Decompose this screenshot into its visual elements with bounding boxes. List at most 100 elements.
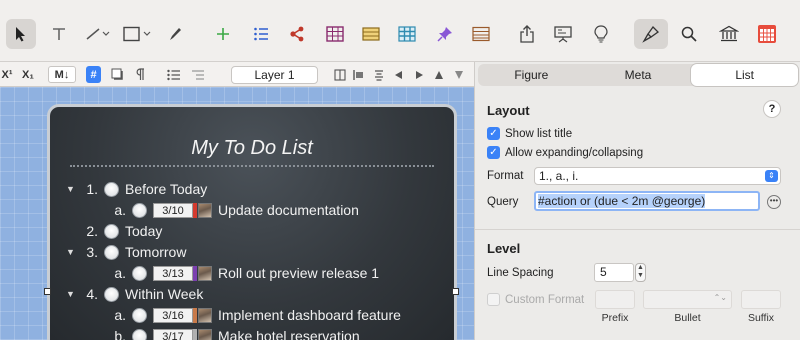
pin-button[interactable] <box>430 19 460 49</box>
task-text[interactable]: Roll out preview release 1 <box>218 265 379 281</box>
add-plus-icon <box>217 28 229 40</box>
disclosure-triangle-icon[interactable]: ▼ <box>66 184 76 194</box>
shape-tool-button[interactable] <box>120 19 154 49</box>
status-radio-icon[interactable] <box>104 181 119 197</box>
list-number: a. <box>114 202 126 218</box>
avatar <box>198 328 212 340</box>
resize-handle-left[interactable] <box>44 288 51 295</box>
task-text[interactable]: Make hotel reservation <box>218 328 360 340</box>
line-spacing-input[interactable]: 5 <box>594 263 634 282</box>
title-divider <box>70 165 434 167</box>
bullet-select[interactable]: ⌃⌄ <box>643 290 732 309</box>
disclosure-triangle-icon[interactable]: ▼ <box>66 247 76 257</box>
list-item[interactable]: a. 3/16 Implement dashboard feature <box>94 305 401 325</box>
share-graph-button[interactable] <box>282 19 312 49</box>
move-up-button[interactable] <box>432 66 446 83</box>
status-radio-icon[interactable] <box>132 202 147 218</box>
task-text[interactable]: Before Today <box>125 181 207 197</box>
indent-list-button[interactable] <box>190 66 206 83</box>
pen-tool-button[interactable] <box>160 19 190 49</box>
list-item[interactable]: a. 3/10 Update documentation <box>94 200 359 220</box>
format-label: Format <box>487 170 524 182</box>
format-select[interactable]: 1., a., i. ⇕ <box>534 167 781 185</box>
shadow-box-icon <box>111 68 123 80</box>
task-text[interactable]: Within Week <box>125 286 203 302</box>
allow-expanding-checkbox[interactable]: ✓ Allow expanding/collapsing <box>487 146 643 159</box>
calendar-button[interactable] <box>752 19 782 49</box>
hashtag-button[interactable]: # <box>86 66 101 83</box>
list-item[interactable]: b. 3/17 Make hotel reservation <box>94 326 360 340</box>
list-item[interactable]: ▼ 3. Tomorrow <box>66 242 186 262</box>
tab-meta[interactable]: Meta <box>585 64 692 86</box>
status-radio-icon[interactable] <box>132 328 147 340</box>
search-button[interactable] <box>674 19 704 49</box>
shadow-style-button[interactable] <box>109 66 126 83</box>
status-radio-icon[interactable] <box>132 265 147 281</box>
add-button[interactable] <box>208 19 238 49</box>
grid-table-button[interactable] <box>392 19 422 49</box>
tab-figure[interactable]: Figure <box>478 64 585 86</box>
task-text[interactable]: Today <box>125 223 162 239</box>
status-radio-icon[interactable] <box>132 307 147 323</box>
triangle-down-icon <box>455 70 463 79</box>
table-button[interactable] <box>320 19 350 49</box>
line-tool-button[interactable] <box>82 19 112 49</box>
list-button[interactable] <box>246 19 276 49</box>
inspector-brush-icon <box>642 25 660 43</box>
presentation-button[interactable] <box>548 19 578 49</box>
text-tool-button[interactable] <box>44 19 74 49</box>
status-radio-icon[interactable] <box>104 244 119 260</box>
custom-format-checkbox[interactable]: Custom Format <box>487 293 584 306</box>
card-icon <box>362 27 380 41</box>
list-icon <box>254 27 268 41</box>
move-right-button[interactable] <box>412 66 426 83</box>
card-button[interactable] <box>356 19 386 49</box>
share-graph-icon <box>290 26 304 42</box>
line-spacing-label: Line Spacing <box>487 267 554 279</box>
indented-list-icon <box>192 69 204 80</box>
task-text[interactable]: Tomorrow <box>125 244 186 260</box>
list-number: 3. <box>86 244 98 260</box>
resize-handle-right[interactable] <box>452 288 459 295</box>
disclosure-triangle-icon[interactable]: ▼ <box>66 289 76 299</box>
list-item[interactable]: a. 3/13 Roll out preview release 1 <box>94 263 379 283</box>
list-item[interactable]: ▼ 1. Before Today <box>66 179 207 199</box>
query-value: #action or (due < 2m @george) <box>538 194 706 208</box>
suffix-input[interactable] <box>741 290 781 309</box>
inspector-button[interactable] <box>634 19 668 49</box>
line-spacing-stepper[interactable]: ▲ ▼ <box>635 263 646 282</box>
prefix-input[interactable] <box>595 290 635 309</box>
selection-tool-button[interactable] <box>6 19 36 49</box>
markdown-button[interactable]: M↓ <box>48 66 76 83</box>
task-text[interactable]: Implement dashboard feature <box>218 307 401 323</box>
paragraph-button[interactable] <box>133 66 147 83</box>
due-date-badge: 3/16 <box>153 307 193 323</box>
subscript-button[interactable]: X₁ <box>18 66 38 83</box>
todo-list-figure[interactable]: My To Do List ▼ 1. Before Today a. 3/10 Updat… <box>47 104 457 340</box>
task-text[interactable]: Update documentation <box>218 202 359 218</box>
bullets-button[interactable] <box>166 66 182 83</box>
columns-button[interactable] <box>333 66 347 83</box>
help-button[interactable]: ? <box>763 100 781 118</box>
pin-icon <box>437 27 452 42</box>
move-down-button[interactable] <box>452 66 466 83</box>
align-left-button[interactable] <box>352 66 366 83</box>
level-heading: Level <box>487 241 521 256</box>
move-left-button[interactable] <box>392 66 406 83</box>
library-button[interactable] <box>712 19 746 49</box>
list-item[interactable]: 2. Today <box>66 221 162 241</box>
status-radio-icon[interactable] <box>104 286 119 302</box>
align-center-button[interactable] <box>372 66 386 83</box>
layer-selector[interactable]: Layer 1 <box>231 66 318 84</box>
tab-list[interactable]: List <box>691 64 799 86</box>
list-box-button[interactable] <box>466 19 496 49</box>
show-title-checkbox[interactable]: ✓ Show list title <box>487 127 572 140</box>
list-item[interactable]: ▼ 4. Within Week <box>66 284 203 304</box>
lightbulb-button[interactable] <box>586 19 616 49</box>
status-radio-icon[interactable] <box>104 223 119 239</box>
more-options-icon[interactable]: ••• <box>767 195 781 209</box>
query-input[interactable]: #action or (due < 2m @george) <box>534 191 760 211</box>
superscript-button[interactable]: X¹ <box>0 66 14 83</box>
export-share-button[interactable] <box>512 19 542 49</box>
allow-expanding-label: Allow expanding/collapsing <box>505 146 644 159</box>
